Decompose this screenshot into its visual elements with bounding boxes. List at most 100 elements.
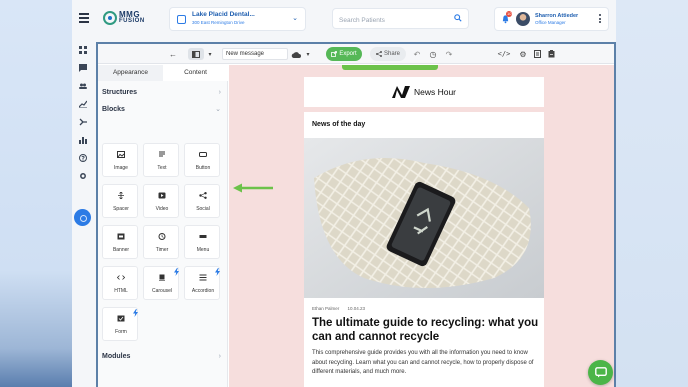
block-label: HTML bbox=[114, 288, 128, 294]
chat-button[interactable] bbox=[588, 360, 613, 385]
menu-block-icon bbox=[199, 235, 207, 238]
chevron-down-icon[interactable]: ▾ bbox=[304, 48, 312, 60]
block-label: Image bbox=[114, 165, 128, 171]
block-label: Video bbox=[155, 206, 169, 212]
block-label: Accordion bbox=[191, 288, 215, 294]
block-html[interactable]: HTML bbox=[102, 266, 138, 300]
button-block-icon bbox=[199, 152, 207, 157]
chevron-down-icon[interactable]: ▾ bbox=[206, 48, 214, 60]
patient-search bbox=[333, 9, 468, 30]
content-panel: Appearance Content Structures › Blocks ⌄… bbox=[98, 65, 228, 387]
modules-section[interactable]: Modules › bbox=[98, 350, 228, 364]
notification-badge: 10 bbox=[506, 11, 513, 17]
user-menu[interactable]: 10 Sharron Attieder Office Manager bbox=[495, 8, 608, 30]
search-icon[interactable] bbox=[454, 14, 462, 22]
building-icon bbox=[177, 14, 186, 24]
author-name: Ethan Palmer bbox=[312, 306, 340, 311]
structures-section[interactable]: Structures › bbox=[98, 86, 228, 100]
logo-icon bbox=[103, 11, 117, 25]
block-button[interactable]: Button bbox=[184, 143, 220, 177]
block-label: Banner bbox=[112, 247, 130, 253]
redo-icon[interactable]: ↷ bbox=[444, 48, 454, 60]
undo-icon[interactable]: ↶ bbox=[412, 48, 422, 60]
export-button[interactable]: Export bbox=[326, 47, 362, 61]
users-icon[interactable] bbox=[79, 82, 87, 90]
block-banner[interactable]: Banner bbox=[102, 225, 138, 259]
social-block-icon bbox=[199, 192, 207, 199]
practice-selector[interactable]: Lake Placid Dental... 300 East Remington… bbox=[170, 8, 305, 30]
modules-label: Modules bbox=[102, 353, 131, 360]
user-name: Sharron Attieder bbox=[535, 13, 579, 19]
block-carousel[interactable]: Carousel bbox=[143, 266, 179, 300]
chevron-down-icon: ⌄ bbox=[215, 106, 221, 113]
back-arrow-icon[interactable]: ← bbox=[168, 48, 178, 60]
active-nav-button[interactable] bbox=[74, 209, 91, 226]
block-text[interactable]: Text bbox=[143, 143, 179, 177]
block-accordion[interactable]: Accordion bbox=[184, 266, 220, 300]
export-icon bbox=[331, 51, 338, 57]
article-body: This comprehensive guide provides you wi… bbox=[312, 350, 534, 375]
article-title: The ultimate guide to recycling: what yo… bbox=[312, 317, 539, 343]
avatar[interactable] bbox=[516, 12, 530, 26]
gear-icon[interactable]: ⚙ bbox=[518, 48, 528, 60]
article-image[interactable] bbox=[304, 138, 544, 298]
grid-icon[interactable] bbox=[79, 46, 87, 54]
email-canvas: News Hour News of the day Ethan Palmer 1… bbox=[229, 65, 614, 387]
tab-appearance[interactable]: Appearance bbox=[98, 65, 163, 81]
practice-name: Lake Placid Dental... bbox=[192, 11, 255, 18]
practice-address: 300 East Remington Drive bbox=[192, 20, 245, 25]
block-label: Timer bbox=[155, 247, 169, 253]
blocks-label: Blocks bbox=[102, 106, 125, 113]
block-spacer[interactable]: Spacer bbox=[102, 184, 138, 218]
help-icon[interactable] bbox=[79, 154, 87, 162]
text-block-icon bbox=[159, 151, 165, 157]
spacer-block-icon bbox=[118, 192, 124, 199]
block-label: Social bbox=[196, 206, 210, 212]
block-image[interactable]: Image bbox=[102, 143, 138, 177]
block-label: Menu bbox=[196, 247, 210, 253]
menu-icon[interactable] bbox=[79, 13, 89, 23]
preview-icon[interactable] bbox=[532, 48, 542, 60]
layout-toggle-button[interactable] bbox=[188, 48, 204, 60]
top-header: MMG FUSION Lake Placid Dental... 300 Eas… bbox=[72, 0, 616, 40]
article-meta: Ethan Palmer 10.04.23 bbox=[312, 306, 372, 311]
message-name-input[interactable] bbox=[222, 48, 288, 60]
block-menu[interactable]: Menu bbox=[184, 225, 220, 259]
blocks-section[interactable]: Blocks ⌄ bbox=[98, 103, 228, 117]
cloud-upload-icon[interactable] bbox=[290, 48, 302, 60]
form-block-icon bbox=[117, 315, 125, 322]
email-editor: ← ▾ ▾ Export Share ↶ ◷ ↷ </> ⚙ bbox=[96, 42, 616, 387]
block-timer[interactable]: Timer bbox=[143, 225, 179, 259]
annotation-arrow-icon bbox=[233, 183, 273, 193]
brand-name: News Hour bbox=[413, 87, 457, 97]
export-label: Export bbox=[339, 51, 357, 57]
block-social[interactable]: Social bbox=[184, 184, 220, 218]
accordion-block-icon bbox=[199, 274, 207, 281]
news-card[interactable]: News of the day Ethan Palmer 10.04.23 Th… bbox=[304, 112, 544, 387]
block-label: Text bbox=[157, 165, 167, 171]
bar-chart-icon[interactable] bbox=[79, 136, 87, 144]
background-right bbox=[616, 0, 688, 387]
block-form[interactable]: Form bbox=[102, 307, 138, 341]
settings-icon[interactable] bbox=[79, 172, 87, 180]
app-logo: MMG FUSION bbox=[103, 11, 145, 25]
email-header[interactable]: News Hour bbox=[304, 77, 544, 107]
chat-icon[interactable] bbox=[79, 64, 87, 72]
tab-content[interactable]: Content bbox=[163, 65, 228, 81]
chart-icon[interactable] bbox=[79, 100, 87, 108]
background-left bbox=[0, 0, 72, 387]
bolt-icon bbox=[174, 268, 179, 276]
more-options-icon[interactable] bbox=[599, 14, 601, 25]
code-icon[interactable]: </> bbox=[498, 48, 511, 60]
share-button[interactable]: Share bbox=[370, 47, 406, 61]
block-label: Carousel bbox=[151, 288, 172, 294]
html-block-icon bbox=[117, 275, 125, 280]
section-title: News of the day bbox=[312, 121, 366, 128]
panel-tabs: Appearance Content bbox=[98, 65, 228, 81]
search-input[interactable] bbox=[333, 11, 443, 30]
clipboard-icon[interactable] bbox=[546, 48, 556, 60]
block-video[interactable]: Video bbox=[143, 184, 179, 218]
flow-icon[interactable] bbox=[79, 118, 87, 126]
history-icon[interactable]: ◷ bbox=[428, 48, 438, 60]
app-window: MMG FUSION Lake Placid Dental... 300 Eas… bbox=[72, 0, 616, 387]
